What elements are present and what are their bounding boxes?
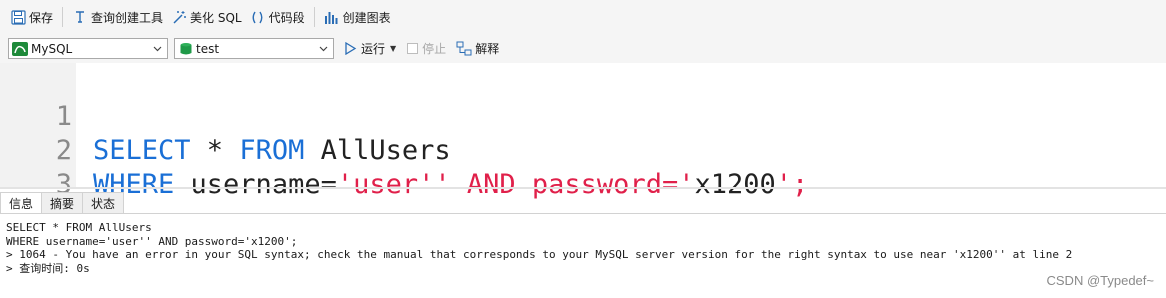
beautify-sql-label: 美化 SQL xyxy=(190,10,242,25)
run-button[interactable]: 运行 ▼ xyxy=(344,40,396,57)
connection-toolbar: MySQL test 运行 ▼ 停止 解释 xyxy=(0,34,1166,63)
chevron-down-icon xyxy=(152,43,163,54)
output-line: WHERE username='user'' AND password='x12… xyxy=(6,234,298,248)
output-line: > 1064 - You have an error in your SQL s… xyxy=(6,248,1073,261)
message-output: SELECT * FROM AllUsers WHERE username='us… xyxy=(6,221,1156,275)
database-label: test xyxy=(196,41,220,56)
query-builder-label: 查询创建工具 xyxy=(91,10,164,25)
query-builder-button[interactable]: 查询创建工具 xyxy=(68,5,167,29)
run-label: 运行 xyxy=(361,42,386,56)
main-toolbar: 保存 查询创建工具 美化 SQL 代码段 创建图表 xyxy=(0,0,1166,34)
sql-editor[interactable]: 1 SELECT * FROM AllUsers 2 WHERE usernam… xyxy=(0,63,1166,200)
output-line: > 查询时间: 0s xyxy=(6,261,90,275)
chevron-down-icon xyxy=(318,43,329,54)
result-tabs: 信息 摘要 状态 xyxy=(0,192,125,214)
beautify-sql-button[interactable]: 美化 SQL xyxy=(167,5,246,29)
database-select[interactable]: test xyxy=(174,38,334,59)
editor-line: 3 xyxy=(0,134,1166,200)
save-button[interactable]: 保存 xyxy=(6,5,57,29)
explain-icon xyxy=(456,41,472,56)
tab-status[interactable]: 状态 xyxy=(82,192,125,213)
explain-label: 解释 xyxy=(475,42,500,56)
code-text: WHERE username='user'' AND password='x12… xyxy=(93,169,809,200)
stop-icon xyxy=(407,43,419,54)
tab-summary[interactable]: 摘要 xyxy=(41,192,84,213)
connection-type-select[interactable]: MySQL xyxy=(8,38,168,59)
toolbar-divider xyxy=(313,7,315,27)
code-snippet-label: 代码段 xyxy=(268,10,305,25)
stop-label: 停止 xyxy=(422,42,447,56)
magic-wand-icon xyxy=(171,9,187,25)
database-icon xyxy=(179,42,193,56)
mysql-icon xyxy=(12,41,28,56)
output-line: SELECT * FROM AllUsers xyxy=(6,221,152,234)
stop-button[interactable]: 停止 xyxy=(407,40,446,57)
save-icon xyxy=(10,9,26,25)
save-label: 保存 xyxy=(29,10,54,25)
toolbar-divider xyxy=(62,7,64,27)
tab-message[interactable]: 信息 xyxy=(0,192,43,214)
create-chart-button[interactable]: 创建图表 xyxy=(320,5,395,29)
parentheses-icon xyxy=(250,9,266,25)
explain-button[interactable]: 解释 xyxy=(456,40,499,57)
bar-chart-icon xyxy=(324,9,340,25)
tab-underline xyxy=(0,213,1166,214)
code-snippet-button[interactable]: 代码段 xyxy=(246,5,309,29)
query-builder-icon xyxy=(72,9,88,25)
play-icon xyxy=(344,42,357,55)
create-chart-label: 创建图表 xyxy=(342,10,391,25)
connection-type-label: MySQL xyxy=(31,41,73,56)
editor-line: 1 SELECT * FROM AllUsers xyxy=(0,66,1166,166)
watermark: CSDN @Typedef~ xyxy=(1046,273,1155,288)
panel-splitter[interactable] xyxy=(0,187,1166,189)
editor-line: 2 WHERE username='user'' AND password='x… xyxy=(0,100,1166,200)
run-dropdown-icon[interactable]: ▼ xyxy=(390,44,396,53)
